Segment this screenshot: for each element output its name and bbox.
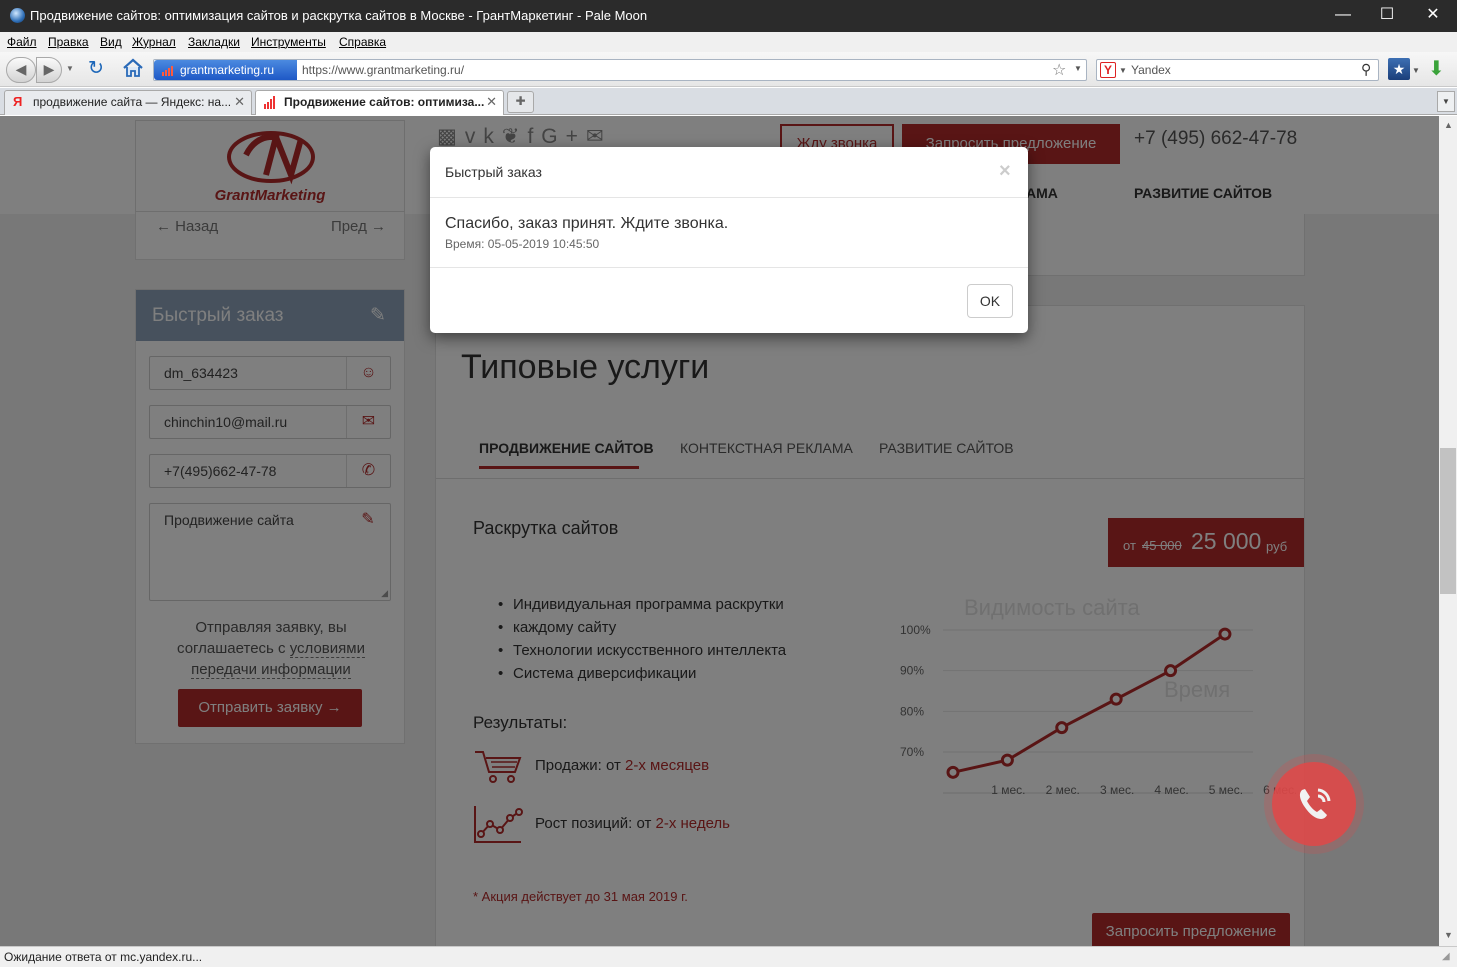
- menu-bookmarks[interactable]: Закладки: [188, 35, 240, 49]
- reload-icon[interactable]: ↻: [88, 57, 104, 80]
- browser-logo-icon: [10, 8, 25, 23]
- url-bar[interactable]: grantmarketing.ru https://www.grantmarke…: [153, 59, 1087, 81]
- status-bar: Ожидание ответа от mc.yandex.ru... ◢: [0, 946, 1457, 967]
- search-bar[interactable]: Y ▼ Yandex ⚲: [1096, 59, 1379, 81]
- tab-grantmarketing[interactable]: Продвижение сайтов: оптимиза... ✕: [255, 90, 504, 115]
- close-icon[interactable]: ×: [999, 160, 1011, 183]
- back-button[interactable]: ◀: [6, 57, 36, 83]
- menu-view[interactable]: Вид: [100, 35, 122, 49]
- tab-bar: Я продвижение сайта — Яндекс: на... ✕ Пр…: [0, 88, 1457, 115]
- menu-file[interactable]: Файл: [7, 35, 37, 49]
- menu-help[interactable]: Справка: [339, 35, 386, 49]
- arrow-right-icon: ▶: [43, 61, 55, 77]
- tab-list-dropdown-icon[interactable]: ▼: [1437, 91, 1455, 112]
- search-input[interactable]: Yandex: [1131, 63, 1171, 77]
- modal-body: Спасибо, заказ принят. Ждите звонка. Вре…: [430, 198, 1028, 268]
- tab-close-icon[interactable]: ✕: [486, 91, 497, 113]
- grantmarketing-favicon-icon: [264, 96, 275, 109]
- bookmarks-icon[interactable]: ★: [1388, 58, 1410, 80]
- url-input[interactable]: https://www.grantmarketing.ru/: [302, 63, 464, 77]
- download-icon[interactable]: ⬇: [1428, 56, 1445, 81]
- resize-grip-icon[interactable]: ◢: [1442, 951, 1450, 962]
- new-tab-button[interactable]: ✚: [507, 91, 534, 113]
- site-identity-label: grantmarketing.ru: [180, 63, 275, 77]
- close-window-button[interactable]: ✕: [1410, 0, 1456, 32]
- menu-bar: Файл Правка Вид Журнал Закладки Инструме…: [0, 32, 1457, 52]
- modal-message: Спасибо, заказ принят. Ждите звонка.: [445, 215, 729, 232]
- site-favicon-icon: [162, 66, 173, 76]
- modal-timestamp: Время: 05-05-2019 10:45:50: [445, 237, 600, 251]
- search-engine-dropdown-icon[interactable]: ▼: [1119, 66, 1127, 75]
- window-title: Продвижение сайтов: оптимизация сайтов и…: [30, 8, 648, 23]
- forward-button[interactable]: ▶: [36, 57, 62, 83]
- home-icon[interactable]: [121, 56, 145, 80]
- arrow-left-icon: ◀: [15, 61, 27, 77]
- minimize-button[interactable]: —: [1320, 0, 1366, 32]
- site-identity-badge[interactable]: grantmarketing.ru: [154, 60, 297, 80]
- yandex-favicon-icon: Я: [13, 94, 23, 109]
- search-icon[interactable]: ⚲: [1361, 61, 1371, 78]
- bookmark-star-icon[interactable]: ☆: [1052, 60, 1066, 80]
- history-dropdown-icon[interactable]: ▼: [66, 64, 74, 73]
- modal-title: Быстрый заказ: [445, 164, 542, 180]
- callback-widget[interactable]: [1272, 762, 1356, 846]
- order-confirmation-modal: Быстрый заказ × Спасибо, заказ принят. Ж…: [430, 147, 1028, 333]
- modal-header: Быстрый заказ ×: [430, 147, 1028, 198]
- menu-history[interactable]: Журнал: [132, 35, 176, 49]
- menu-tools[interactable]: Инструменты: [251, 35, 326, 49]
- navigation-toolbar: ◀ ▶ ▼ ↻ grantmarketing.ru https://www.gr…: [0, 52, 1457, 87]
- tab-label: продвижение сайта — Яндекс: на...: [33, 95, 232, 109]
- scroll-up-icon[interactable]: ▲: [1444, 120, 1453, 130]
- yandex-icon[interactable]: Y: [1100, 62, 1116, 78]
- scrollbar-thumb[interactable]: [1440, 448, 1456, 594]
- ok-button[interactable]: OK: [967, 284, 1013, 318]
- tab-close-icon[interactable]: ✕: [234, 91, 245, 113]
- url-dropdown-icon[interactable]: ▼: [1074, 64, 1082, 73]
- scroll-down-icon[interactable]: ▼: [1444, 930, 1453, 940]
- maximize-button[interactable]: ☐: [1364, 0, 1410, 32]
- menu-edit[interactable]: Правка: [48, 35, 89, 49]
- bookmarks-dropdown-icon[interactable]: ▼: [1412, 66, 1420, 75]
- status-text: Ожидание ответа от mc.yandex.ru...: [4, 950, 203, 964]
- vertical-scrollbar[interactable]: ▲ ▼: [1439, 116, 1457, 946]
- tab-label: Продвижение сайтов: оптимиза...: [284, 95, 485, 109]
- window-titlebar: Продвижение сайтов: оптимизация сайтов и…: [0, 0, 1457, 32]
- phone-call-icon: [1299, 788, 1331, 819]
- tab-yandex-search[interactable]: Я продвижение сайта — Яндекс: на... ✕: [4, 90, 252, 115]
